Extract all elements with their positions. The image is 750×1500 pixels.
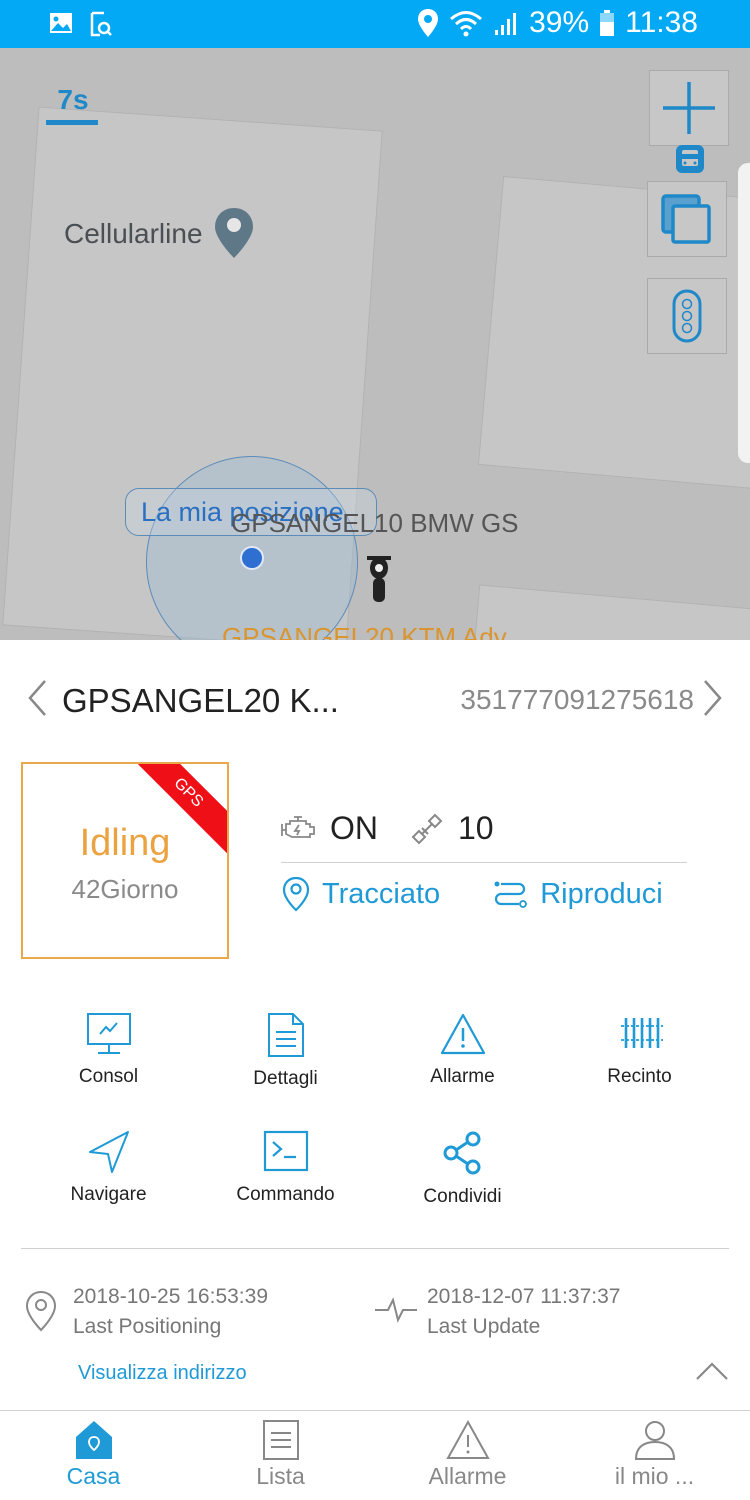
device-state: Idling [79, 822, 171, 864]
last-update: 2018-12-07 11:37:37 Last Update [427, 1282, 620, 1342]
battery-percent: 39% [529, 6, 590, 39]
map-view[interactable]: 7s Cellularline La mia posizione GPSANGE… [0, 48, 750, 640]
previous-device-icon[interactable] [26, 678, 48, 718]
clock: 11:38 [625, 6, 698, 39]
motorcycle-icon [367, 556, 391, 602]
home-icon [75, 1421, 112, 1459]
list-icon [262, 1420, 299, 1460]
device-imei: 351777091275618 [460, 684, 694, 715]
tab-profile[interactable]: il mio ... [561, 1419, 748, 1490]
action-share[interactable]: Condividi [374, 1130, 551, 1208]
tab-label: Lista [256, 1463, 305, 1489]
zoom-in-button[interactable] [649, 70, 729, 146]
last-positioning-label: Last Positioning [73, 1315, 222, 1338]
device-status-card: GPS Idling 42Giorno [21, 762, 229, 959]
tab-home[interactable]: Casa [0, 1419, 187, 1490]
satellite-count: 10 [458, 810, 494, 846]
chevron-up-icon[interactable] [695, 1360, 729, 1382]
signal-icon [495, 13, 517, 35]
location-pin-icon [282, 876, 310, 912]
route-replay-icon [494, 881, 528, 908]
state-duration: 42Giorno [71, 874, 179, 904]
divider [281, 862, 687, 863]
bottom-tab-bar: Casa Lista Allarme il mio ... [0, 1410, 750, 1500]
replay-link[interactable]: Riproduci [492, 876, 663, 912]
track-label: Tracciato [322, 877, 441, 910]
action-consol[interactable]: Consol [20, 1012, 197, 1088]
divider [21, 1248, 729, 1249]
document-icon [267, 1013, 304, 1057]
vehicle-label[interactable]: GPSANGEL20 KTM Ady [222, 622, 507, 640]
battery-icon [600, 10, 615, 36]
side-panel-handle[interactable] [738, 163, 750, 463]
warning-icon [445, 1419, 490, 1459]
my-location-dot [240, 546, 264, 570]
monitor-chart-icon [86, 1013, 131, 1054]
vehicle-marker[interactable] [363, 548, 395, 613]
vehicle-label[interactable]: GPSANGEL10 BMW GS [231, 508, 519, 539]
device-header: GPSANGEL20 K... 351777091275618 [0, 670, 750, 730]
action-label: Navigare [70, 1184, 147, 1205]
status-bar: 39% 11:38 [0, 0, 750, 48]
action-navigate[interactable]: Navigare [20, 1130, 197, 1206]
heartbeat-icon [375, 1297, 417, 1323]
bus-icon [676, 145, 704, 173]
user-icon [634, 1421, 675, 1460]
action-label: Condividi [423, 1186, 502, 1207]
device-name: GPSANGEL20 K... [62, 682, 339, 719]
device-detail-sheet: GPSANGEL20 K... 351777091275618 GPS Idli… [0, 640, 750, 1500]
action-label: Consol [78, 1066, 139, 1087]
wifi-icon [450, 11, 483, 37]
tab-label: Casa [66, 1463, 121, 1489]
plus-icon [663, 82, 715, 134]
action-label: Dettagli [253, 1068, 318, 1089]
engine-status: ON [330, 810, 378, 846]
map-scale-bar [46, 120, 98, 125]
screenshot-search-icon [90, 11, 112, 37]
track-link[interactable]: Tracciato [282, 876, 440, 912]
fence-icon [620, 1018, 663, 1048]
poi-label: Cellularline [64, 218, 203, 249]
traffic-light-icon [672, 289, 702, 343]
last-update-time: 2018-12-07 11:37:37 [427, 1285, 621, 1308]
action-label: Allarme [430, 1066, 495, 1087]
action-alarm[interactable]: Allarme [374, 1012, 551, 1088]
layers-icon [661, 194, 711, 244]
gallery-icon [50, 13, 72, 33]
poi-marker[interactable]: Cellularline [64, 206, 255, 262]
terminal-icon [263, 1130, 308, 1172]
next-device-icon[interactable] [702, 678, 724, 718]
share-icon [443, 1131, 480, 1175]
last-update-label: Last Update [427, 1315, 541, 1338]
action-label: Commando [236, 1184, 335, 1205]
location-icon [418, 9, 439, 37]
engine-icon [281, 815, 315, 838]
transit-toggle[interactable] [675, 144, 705, 179]
device-quick-links: Tracciato Riproduci [282, 876, 663, 912]
warning-icon [440, 1013, 485, 1055]
map-layers-button[interactable] [647, 181, 727, 257]
action-label: Recinto [607, 1066, 672, 1087]
navigate-arrow-icon [88, 1131, 129, 1173]
tab-alarm[interactable]: Allarme [374, 1419, 561, 1490]
last-positioning: 2018-10-25 16:53:39 Last Positioning [73, 1282, 268, 1342]
action-details[interactable]: Dettagli [197, 1012, 374, 1090]
tab-label: il mio ... [614, 1463, 695, 1489]
tab-list[interactable]: Lista [187, 1419, 374, 1490]
action-command[interactable]: Commando [197, 1130, 374, 1206]
device-indicators: ON 10 [280, 810, 494, 847]
show-address-link[interactable]: Visualizza indirizzo [78, 1362, 247, 1385]
replay-label: Riproduci [540, 877, 663, 910]
action-fence[interactable]: Recinto [551, 1012, 728, 1088]
map-scale-label: 7s [57, 84, 89, 115]
satellite-icon [411, 813, 443, 844]
tab-label: Allarme [428, 1463, 507, 1489]
traffic-button[interactable] [647, 278, 727, 354]
last-positioning-time: 2018-10-25 16:53:39 [73, 1285, 268, 1308]
map-pin-icon [214, 208, 253, 258]
location-pin-icon [25, 1290, 57, 1332]
